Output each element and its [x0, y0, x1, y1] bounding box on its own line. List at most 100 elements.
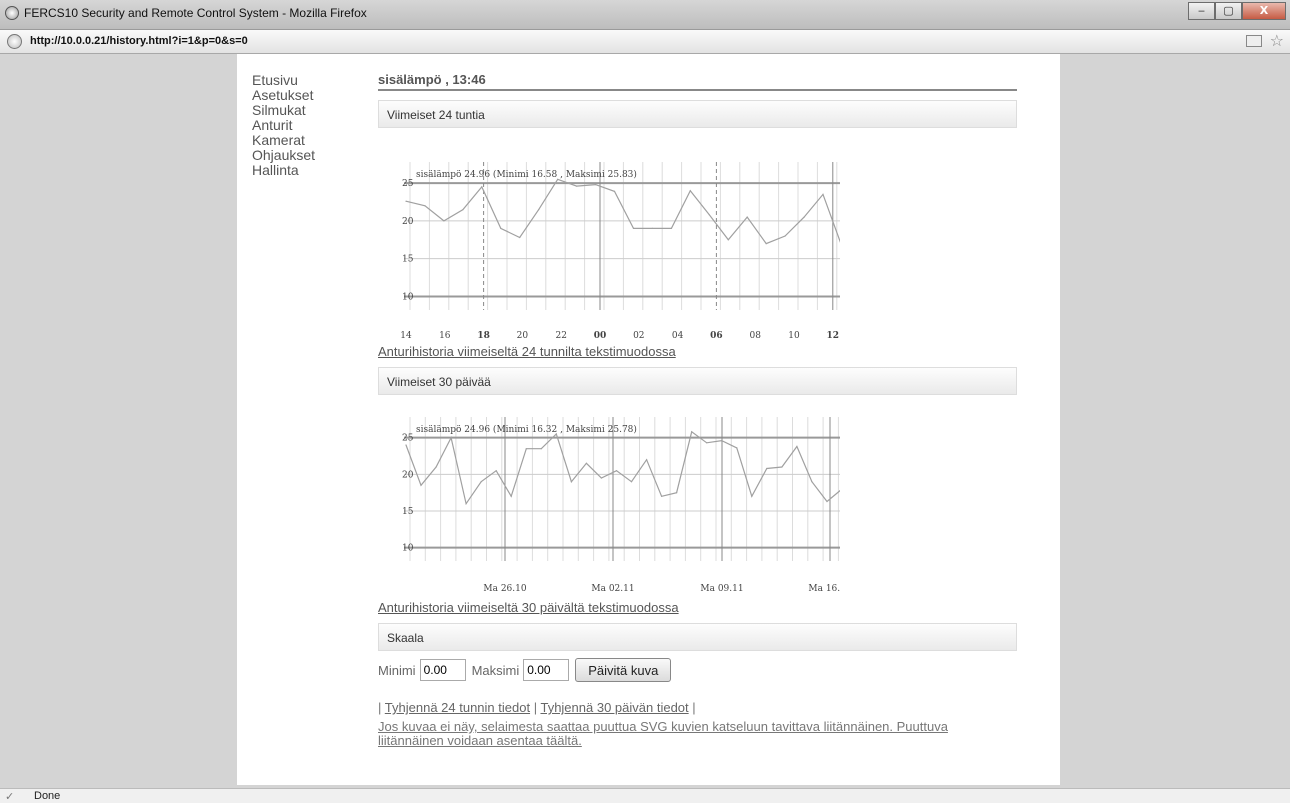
window-controls: ‒ ▢ X: [1188, 2, 1286, 20]
nav-item-anturit[interactable]: Anturit: [252, 118, 315, 133]
chart-legend: sisälämpö 24.96 (Minimi 16.58 , Maksimi …: [416, 169, 637, 180]
clear-links: | Tyhjennä 24 tunnin tiedot | Tyhjennä 3…: [378, 700, 1017, 715]
x-tick-label: 16: [439, 331, 451, 341]
y-tick-label: 25: [402, 179, 414, 189]
nav-item-asetukset[interactable]: Asetukset: [252, 88, 315, 103]
x-tick-label: 18: [477, 331, 490, 341]
close-button[interactable]: X: [1242, 2, 1286, 20]
site-identity-icon[interactable]: [7, 34, 22, 49]
data-point: [576, 185, 578, 187]
data-point: [540, 448, 542, 450]
bookmark-star-icon[interactable]: ☆: [1270, 31, 1284, 50]
x-tick-label: 14: [400, 331, 412, 341]
x-tick-label: Ma 26.10: [483, 584, 526, 594]
data-point: [803, 216, 805, 218]
separator: |: [533, 700, 538, 715]
chart-30d: 10 15 20 25 Ma 26.10 Ma 02.11 Ma 09.11 Ma 16.11…: [402, 417, 840, 594]
x-tick-label: 10: [788, 331, 800, 341]
page-title: sisälämpö , 13:46: [378, 72, 1017, 91]
data-point: [405, 200, 407, 202]
status-icon: ✓: [5, 791, 15, 803]
x-tick-label: 06: [710, 331, 723, 341]
data-point: [495, 470, 497, 472]
separator: |: [692, 700, 696, 715]
scale-form: Minimi Maksimi Päivitä kuva: [378, 657, 1017, 683]
data-point: [784, 235, 786, 237]
data-point: [630, 481, 633, 483]
window-titlebar: FERCS10 Security and Remote Control Syst…: [0, 0, 1290, 30]
data-point: [781, 466, 783, 468]
data-point: [510, 495, 512, 497]
data-point: [651, 227, 653, 229]
chart-legend: sisälämpö 24.96 (Minimi 16.32 , Maksimi …: [416, 424, 637, 435]
data-point: [796, 445, 798, 448]
update-image-button[interactable]: Päivitä kuva: [575, 658, 672, 682]
x-tick-label: Ma 09.11: [700, 584, 743, 594]
data-point: [826, 500, 828, 503]
y-tick-label: 15: [402, 255, 414, 265]
data-point: [480, 481, 482, 483]
data-point: [751, 495, 753, 497]
url-text[interactable]: http://10.0.0.21/history.html?i=1&p=0&s=…: [30, 35, 248, 47]
data-point: [555, 433, 557, 435]
nav-item-hallinta[interactable]: Hallinta: [252, 163, 315, 178]
x-tick-label: 22: [555, 331, 566, 341]
nav-item-kamerat[interactable]: Kamerat: [252, 133, 315, 148]
data-point: [691, 431, 693, 433]
history-24h-link[interactable]: Anturihistoria viimeiseltä 24 tunnilta t…: [378, 344, 1017, 359]
data-point: [661, 495, 663, 497]
data-point: [585, 462, 587, 464]
nav-item-silmukat[interactable]: Silmukat: [252, 103, 315, 118]
x-tick-label: 02: [633, 331, 644, 341]
maximize-button[interactable]: ▢: [1215, 2, 1242, 20]
data-point: [570, 481, 572, 483]
max-input[interactable]: [523, 659, 570, 681]
section-header-30d: Viimeiset 30 päivää: [378, 367, 1017, 395]
data-point: [615, 470, 618, 472]
data-point: [420, 484, 422, 486]
nav-item-etusivu[interactable]: Etusivu: [252, 73, 315, 88]
history-30d-link[interactable]: Anturihistoria viimeiseltä 30 päivältä t…: [378, 600, 1017, 615]
clear-24h-link[interactable]: Tyhjennä 24 tunnin tiedot: [385, 700, 530, 715]
data-point: [500, 227, 502, 229]
y-tick-label: 10: [402, 544, 414, 554]
data-point: [613, 190, 616, 192]
data-point: [525, 448, 527, 450]
x-tick-label: 00: [594, 331, 607, 341]
feed-icon[interactable]: [1246, 35, 1262, 47]
x-tick-label: 08: [749, 331, 761, 341]
data-point: [519, 236, 521, 239]
data-point: [765, 243, 767, 245]
data-point: [632, 227, 635, 229]
data-point: [424, 205, 426, 207]
y-tick-label: 10: [402, 292, 414, 302]
max-label: Maksimi: [471, 662, 520, 678]
y-tick-label: 20: [402, 217, 414, 227]
y-tick-label: 20: [402, 470, 414, 480]
section-header-24h: Viimeiset 24 tuntia: [378, 100, 1017, 128]
data-point: [670, 227, 672, 229]
min-input[interactable]: [419, 659, 466, 681]
page-content: Etusivu Asetukset Silmukat Anturit Kamer…: [237, 54, 1060, 785]
data-point: [736, 447, 738, 449]
clear-30d-link[interactable]: Tyhjennä 30 päivän tiedot: [540, 700, 688, 715]
data-point: [766, 467, 768, 470]
nav-item-ohjaukset[interactable]: Ohjaukset: [252, 148, 315, 163]
status-text: Done: [34, 790, 61, 802]
data-point: [595, 184, 597, 186]
y-tick-label: 25: [402, 434, 414, 444]
address-bar[interactable]: http://10.0.0.21/history.html?i=1&p=0&s=…: [0, 30, 1290, 54]
data-point: [822, 193, 824, 195]
side-nav: Etusivu Asetukset Silmukat Anturit Kamer…: [252, 73, 315, 178]
data-point: [746, 216, 748, 218]
x-tick-label: 12: [827, 331, 840, 341]
status-bar: ✓ Done: [0, 788, 1290, 803]
svg-plugin-notice-link[interactable]: Jos kuvaa ei näy, selaimesta saattaa puu…: [378, 720, 1017, 748]
x-tick-label: Ma 02.11: [591, 584, 634, 594]
data-point: [481, 186, 483, 188]
data-point: [708, 214, 710, 216]
data-point: [443, 220, 445, 222]
data-point: [676, 492, 678, 494]
data-point: [727, 239, 729, 241]
minimize-button[interactable]: ‒: [1188, 2, 1215, 20]
